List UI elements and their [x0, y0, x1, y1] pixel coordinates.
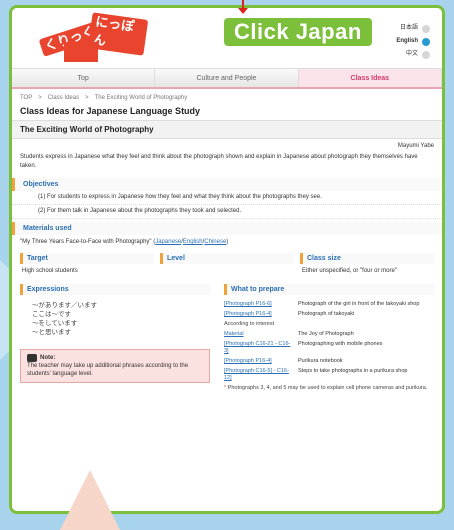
photo-link[interactable]: [Photograph P16-4]	[224, 358, 292, 365]
breadcrumb-sep: >	[38, 95, 42, 101]
expression-item: 〜と思います	[32, 329, 71, 336]
prepare-heading: What to prepare	[224, 284, 434, 295]
lang-option-english[interactable]: English	[396, 35, 430, 48]
photo-desc: Photograph of takoyaki	[298, 311, 355, 317]
author-name: Mayumi Yabe	[397, 143, 434, 149]
lang-label: 中文	[405, 51, 418, 57]
radio-icon	[422, 50, 430, 59]
footnote: * Photographs 3, 4, and 5 may be used to…	[224, 385, 434, 392]
expressions-heading: Expressions	[20, 284, 210, 295]
expressions-column: Expressions 〜があります／います ここは〜です 〜をしています 〜と…	[20, 284, 210, 392]
link-english[interactable]: English	[183, 239, 203, 245]
lang-label: English	[396, 38, 418, 44]
breadcrumb-top[interactable]: TOP	[20, 95, 32, 101]
photo-link[interactable]: [Photograph P16-6]	[224, 301, 292, 308]
page-title: Class Ideas for Japanese Language Study	[12, 104, 442, 121]
lesson-title: The Exciting World of Photography	[12, 121, 442, 139]
expression-item: 〜があります／います	[32, 302, 97, 309]
intro-text: Students express in Japanese what they f…	[20, 154, 418, 169]
site-header: くりっく にっぽん Click Japan 日本語 English 中文	[12, 8, 442, 69]
main-nav: Top Culture and People Class Ideas	[12, 69, 442, 89]
site-logo[interactable]: くりっく にっぽん	[36, 12, 149, 68]
note-box: Note: The teacher may take up additional…	[20, 349, 210, 383]
material-desc: The Joy of Photograph	[298, 331, 354, 337]
link-japanese[interactable]: Japanese	[155, 239, 181, 245]
lang-option-chinese[interactable]: 中文	[396, 48, 430, 61]
photo-desc: Photograph of the girl in front of the t…	[298, 301, 420, 307]
materials-title: "My Three Years Face-to-Face with Photog…	[20, 239, 156, 245]
photo-link[interactable]: [Photograph P16-4]	[224, 311, 292, 318]
breadcrumb-current: The Exciting World of Photography	[94, 95, 188, 101]
material-link[interactable]: Material	[224, 331, 292, 338]
materials-close: )	[226, 239, 229, 245]
level-heading: Level	[160, 253, 294, 264]
link-chinese[interactable]: Chinese	[204, 239, 226, 245]
target-heading: Target	[20, 253, 154, 264]
photo-desc: Purikura notebook	[298, 358, 343, 364]
level-value	[160, 264, 294, 272]
photo-desc: Photographing with mobile phones	[298, 341, 383, 347]
level-column: Level	[160, 253, 294, 278]
pointer-arrow-icon	[238, 8, 248, 14]
lang-option-japanese[interactable]: 日本語	[396, 22, 430, 35]
breadcrumb-sep: >	[85, 95, 89, 101]
note-title-text: Note:	[40, 355, 56, 361]
expression-item: ここは〜です	[32, 311, 71, 318]
materials-text: "My Three Years Face-to-Face with Photog…	[12, 235, 442, 249]
objective-item: (1) For students to express in Japanese …	[12, 191, 442, 205]
objective-item: (2) For them talk in Japanese about the …	[12, 205, 442, 219]
note-title: Note:	[27, 354, 203, 362]
page-frame: くりっく にっぽん Click Japan 日本語 English 中文 Top…	[9, 5, 445, 514]
class-size-value: Either unspecified, or "four or more"	[302, 268, 397, 274]
prepare-list: [Photograph P16-6] Photograph of the girl…	[224, 295, 434, 392]
note-text: The teacher may take up additional phras…	[27, 363, 189, 377]
target-value: High school students	[22, 268, 78, 274]
radio-selected-icon	[422, 37, 430, 46]
photo-link[interactable]: [Photograph C16-5] - C16-12]	[224, 368, 292, 382]
footnote-text: Photographs 3, 4, and 5 may be used to e…	[227, 385, 428, 391]
photo-link[interactable]: [Photograph C16-21 - C16-3]	[224, 341, 292, 355]
breadcrumb: TOP > Class Ideas > The Exciting World o…	[12, 89, 442, 104]
detail-row: Expressions 〜があります／います ここは〜です 〜をしています 〜と…	[12, 278, 442, 392]
lang-label: 日本語	[399, 25, 418, 31]
class-size-column: Class size Either unspecified, or "four …	[300, 253, 434, 278]
radio-icon	[422, 24, 430, 33]
info-row: Target High school students Level Class …	[12, 249, 442, 278]
tab-culture-and-people[interactable]: Culture and People	[155, 69, 299, 87]
logo-block	[64, 42, 98, 62]
photo-desc: Steps to take photographs in a purikura …	[298, 368, 408, 374]
language-switcher: 日本語 English 中文	[396, 22, 430, 61]
pointing-hand-icon	[27, 354, 37, 362]
expression-item: 〜をしています	[32, 320, 78, 327]
brand-title[interactable]: Click Japan	[224, 18, 372, 46]
footnote-mark: *	[224, 385, 227, 391]
breadcrumb-class-ideas[interactable]: Class Ideas	[48, 95, 79, 101]
class-size-heading: Class size	[300, 253, 434, 264]
tab-class-ideas[interactable]: Class Ideas	[298, 69, 442, 87]
tab-top[interactable]: Top	[12, 69, 156, 87]
prepare-column: What to prepare [Photograph P16-6] Photog…	[224, 284, 434, 392]
interest-label: According to interest	[224, 321, 275, 327]
expressions-list: 〜があります／います ここは〜です 〜をしています 〜と思います	[20, 295, 210, 343]
target-column: Target High school students	[20, 253, 154, 278]
objectives-heading: Objectives	[12, 178, 442, 191]
materials-heading: Materials used	[12, 222, 442, 235]
